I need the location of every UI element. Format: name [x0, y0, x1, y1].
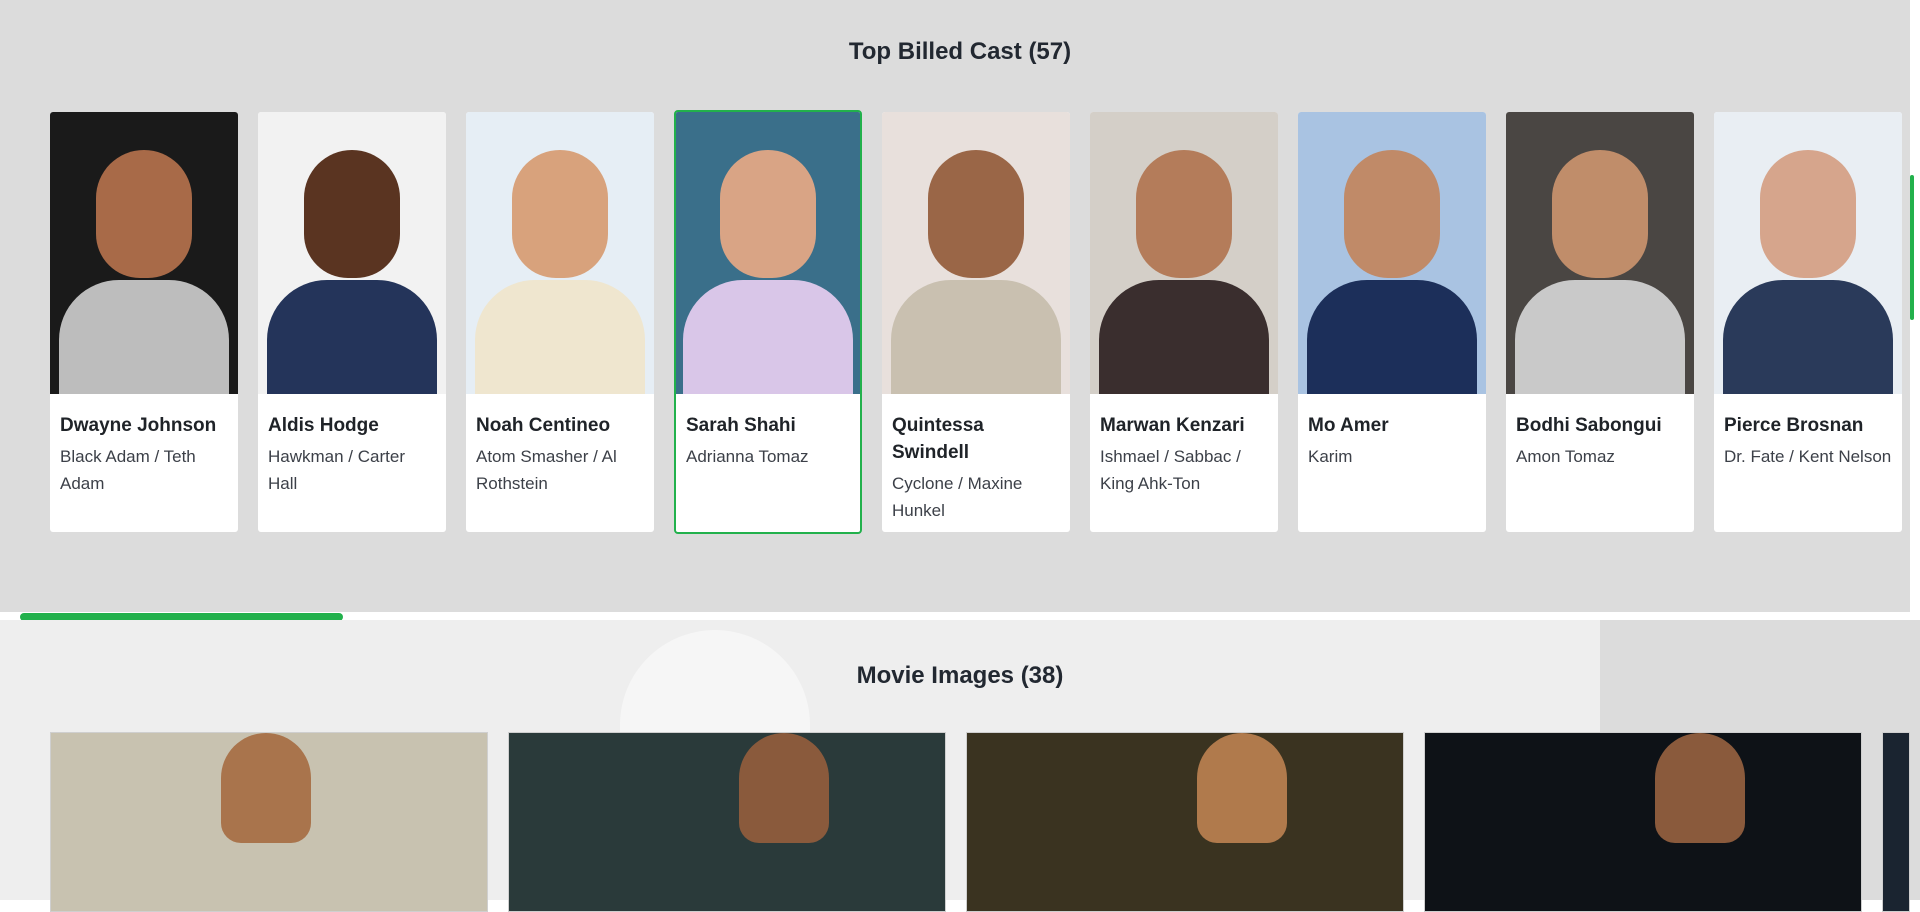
movie-image-tile[interactable] — [50, 732, 488, 912]
cast-carousel[interactable]: Dwayne Johnson Black Adam / Teth Adam Aldi… — [50, 110, 1902, 534]
cast-role: Black Adam / Teth Adam — [60, 447, 196, 493]
cast-photo-head — [1136, 150, 1232, 278]
cast-photo[interactable] — [1506, 112, 1694, 394]
cast-photo[interactable] — [1298, 112, 1486, 394]
cast-name[interactable]: Dwayne Johnson — [60, 412, 228, 439]
cast-photo[interactable] — [50, 112, 238, 394]
cast-photo-body — [1723, 280, 1893, 394]
cast-name[interactable]: Bodhi Sabongui — [1516, 412, 1684, 439]
cast-role: Ishmael / Sabbac / King Ahk-Ton — [1100, 447, 1241, 493]
cast-card[interactable]: Quintessa Swindell Cyclone / Maxine Hunke… — [882, 112, 1070, 532]
cast-photo-body — [1307, 280, 1477, 394]
cast-card[interactable]: Aldis Hodge Hawkman / Carter Hall — [258, 112, 446, 532]
cast-name[interactable]: Marwan Kenzari — [1100, 412, 1268, 439]
cast-name[interactable]: Noah Centineo — [476, 412, 644, 439]
cast-photo[interactable] — [466, 112, 654, 394]
movie-image-tile-partial[interactable] — [1882, 732, 1910, 912]
cast-photo[interactable] — [1090, 112, 1278, 394]
cast-card[interactable]: Noah Centineo Atom Smasher / Al Rothstein — [466, 112, 654, 532]
movie-images-title: Movie Images (38) — [856, 662, 1064, 689]
cast-photo-head — [1760, 150, 1856, 278]
cast-name[interactable]: Sarah Shahi — [686, 412, 850, 439]
cast-card[interactable]: Dwayne Johnson Black Adam / Teth Adam — [50, 112, 238, 532]
cast-photo-body — [475, 280, 645, 394]
movie-images-section: Movie Images (38) — [0, 620, 1920, 912]
cast-name[interactable]: Pierce Brosnan — [1724, 412, 1892, 439]
cast-photo[interactable] — [882, 112, 1070, 394]
cast-photo-body — [1099, 280, 1269, 394]
movie-image-tile[interactable] — [1424, 732, 1862, 912]
cast-photo[interactable] — [258, 112, 446, 394]
cast-role: Dr. Fate / Kent Nelson — [1724, 447, 1892, 466]
movie-image-figure — [221, 733, 311, 843]
page-scrollbar-thumb[interactable] — [1910, 175, 1914, 320]
cast-card[interactable]: Pierce Brosnan Dr. Fate / Kent Nelson — [1714, 112, 1902, 532]
movie-image-figure — [1655, 733, 1745, 843]
cast-section: Top Billed Cast (57) Dwayne Johnson Black… — [0, 0, 1910, 612]
cast-name[interactable]: Aldis Hodge — [268, 412, 436, 439]
cast-photo-body — [683, 280, 853, 394]
cast-photo-head — [928, 150, 1024, 278]
cast-role: Karim — [1308, 447, 1353, 466]
cast-card[interactable]: Bodhi Sabongui Amon Tomaz — [1506, 112, 1694, 532]
cast-photo[interactable] — [676, 112, 860, 394]
cast-role: Adrianna Tomaz — [686, 447, 809, 466]
cast-role: Hawkman / Carter Hall — [268, 447, 405, 493]
cast-photo-head — [1552, 150, 1648, 278]
movie-image-figure — [739, 733, 829, 843]
movie-image-tile[interactable] — [966, 732, 1404, 912]
movie-image-tile[interactable] — [508, 732, 946, 912]
cast-section-title: Top Billed Cast (57) — [848, 38, 1072, 65]
cast-photo-head — [96, 150, 192, 278]
cast-photo-head — [720, 150, 816, 278]
cast-role: Amon Tomaz — [1516, 447, 1615, 466]
cast-photo-head — [304, 150, 400, 278]
cast-photo-body — [59, 280, 229, 394]
cast-role: Atom Smasher / Al Rothstein — [476, 447, 617, 493]
cast-photo-body — [891, 280, 1061, 394]
cast-photo-body — [267, 280, 437, 394]
cast-name[interactable]: Quintessa Swindell — [892, 412, 1060, 466]
cast-card[interactable]: Mo Amer Karim — [1298, 112, 1486, 532]
cast-name[interactable]: Mo Amer — [1308, 412, 1476, 439]
cast-photo[interactable] — [1714, 112, 1902, 394]
cast-role: Cyclone / Maxine Hunkel — [892, 474, 1023, 520]
cast-photo-head — [512, 150, 608, 278]
cast-card[interactable]: Sarah Shahi Adrianna Tomaz — [674, 110, 862, 534]
cast-photo-body — [1515, 280, 1685, 394]
cast-card[interactable]: Marwan Kenzari Ishmael / Sabbac / King Ah… — [1090, 112, 1278, 532]
movie-image-figure — [1197, 733, 1287, 843]
cast-photo-head — [1344, 150, 1440, 278]
